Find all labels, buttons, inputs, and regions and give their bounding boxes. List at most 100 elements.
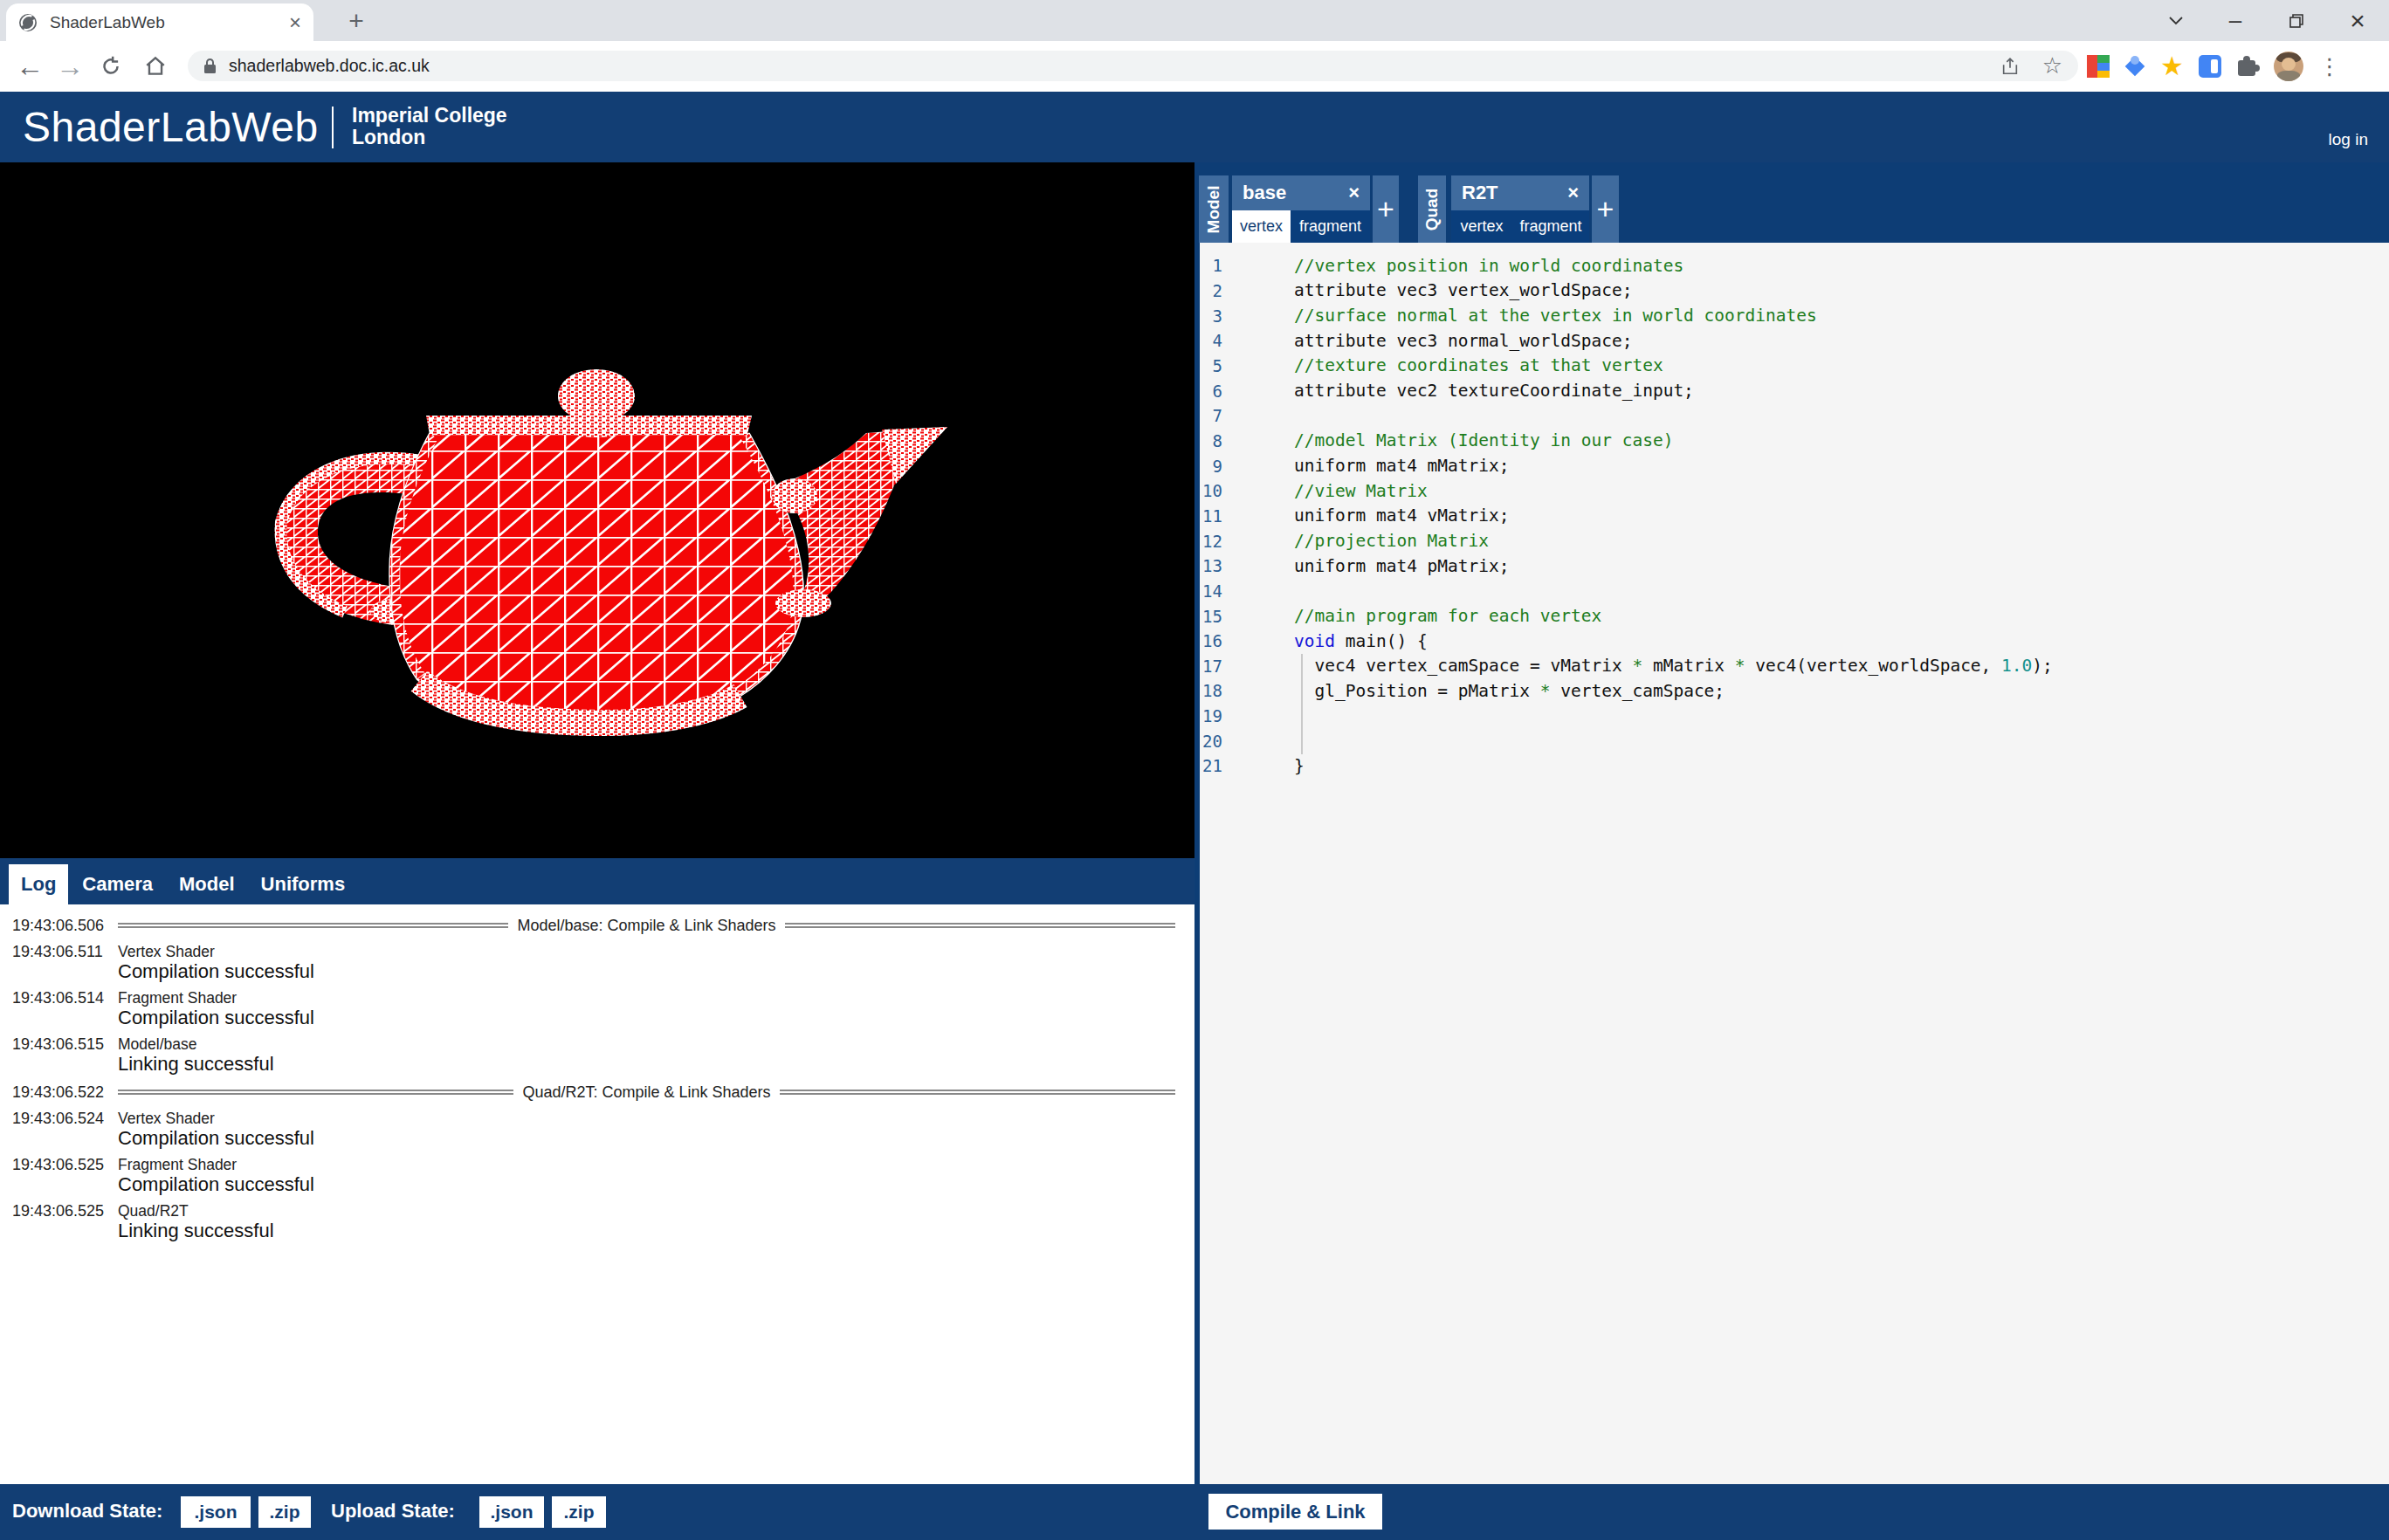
code-line: 14 [1200, 579, 2389, 604]
log-entry-detail: Compilation successful [118, 961, 1175, 981]
log-entry: 19:43:06.511Vertex ShaderCompilation suc… [12, 943, 1175, 981]
code-line: 1//vertex position in world coordinates [1200, 253, 2389, 278]
tab-uniforms[interactable]: Uniforms [249, 864, 358, 904]
code-line: 6attribute vec2 textureCoordinate_input; [1200, 378, 2389, 403]
vertical-tab-quad[interactable]: Quad [1418, 175, 1446, 243]
webgl-canvas[interactable] [0, 162, 1194, 858]
vertical-tab-model[interactable]: Model [1199, 175, 1229, 243]
drive-extension-icon[interactable] [2124, 56, 2145, 77]
tab-log[interactable]: Log [9, 864, 68, 904]
line-number: 15 [1200, 607, 1222, 626]
favicon-globe-icon [18, 13, 38, 32]
extensions-area: ★ ⋮ [2087, 41, 2341, 92]
log-entry-detail: Linking successful [118, 1054, 1175, 1074]
app-title: ShaderLabWeb [23, 103, 319, 151]
tab-camera[interactable]: Camera [70, 864, 165, 904]
sidebar-extension-icon[interactable] [2199, 55, 2221, 78]
subtab-r2t-fragment[interactable]: fragment [1512, 210, 1589, 243]
line-number: 9 [1200, 457, 1222, 476]
tab-r2t-close-icon[interactable]: × [1567, 182, 1579, 204]
log-timestamp: 19:43:06.515 [12, 1035, 118, 1054]
line-number: 7 [1200, 406, 1222, 425]
log-entry: 19:43:06.524Vertex ShaderCompilation suc… [12, 1110, 1175, 1148]
url-field[interactable]: shaderlabweb.doc.ic.ac.uk ☆ [188, 51, 2078, 81]
home-icon[interactable] [140, 41, 171, 92]
line-number: 20 [1200, 732, 1222, 751]
subtab-base-fragment[interactable]: fragment [1291, 210, 1370, 243]
browser-address-bar: ← → shaderlabweb.doc.ic.ac.uk ☆ ★ [0, 41, 2389, 92]
divider-label: Model/base: Compile & Link Shaders [517, 917, 775, 935]
code-line: 9uniform mat4 mMatrix; [1200, 453, 2389, 478]
line-number: 11 [1200, 506, 1222, 526]
divider-line [118, 1090, 513, 1095]
upload-json-button[interactable]: .json [479, 1496, 544, 1528]
code-editor[interactable]: 1//vertex position in world coordinates2… [1200, 243, 2389, 1484]
log-entry-title: Vertex Shader [118, 943, 215, 961]
login-link[interactable]: log in [2329, 130, 2368, 149]
log-entry-title: Vertex Shader [118, 1110, 215, 1128]
add-shader-button-model[interactable]: + [1373, 175, 1399, 243]
code-line: 20 [1200, 728, 2389, 753]
line-number: 14 [1200, 581, 1222, 601]
browser-tab[interactable]: ShaderLabWeb × [6, 3, 313, 41]
window-close-icon[interactable]: × [2331, 0, 2384, 41]
divider-line [780, 1090, 1175, 1095]
log-entry-title: Model/base [118, 1035, 196, 1054]
browser-menu-icon[interactable]: ⋮ [2318, 53, 2341, 80]
bookmark-star-icon[interactable]: ☆ [2042, 52, 2062, 79]
add-shader-button-quad[interactable]: + [1592, 175, 1619, 243]
log-entry-detail: Compilation successful [118, 1174, 1175, 1194]
line-number: 10 [1200, 481, 1222, 500]
code-line: 17 vec4 vertex_camSpace = vMatrix * mMat… [1200, 654, 2389, 679]
tab-model[interactable]: Model [167, 864, 247, 904]
footer-bar: Download State: .json .zip Upload State:… [0, 1484, 2389, 1540]
code-line: 11uniform mat4 vMatrix; [1200, 504, 2389, 529]
header-divider [332, 107, 334, 148]
imperial-college-logo: Imperial College London [352, 105, 507, 148]
code-line: 7 [1200, 403, 2389, 429]
subtab-base-vertex[interactable]: vertex [1232, 210, 1291, 243]
window-restore-icon[interactable] [2270, 0, 2323, 41]
tab-r2t[interactable]: R2T × [1451, 175, 1589, 210]
line-number: 4 [1200, 331, 1222, 350]
page: ShaderLabWeb × + – × ← → shaderlabweb.do… [0, 0, 2389, 1540]
back-icon[interactable]: ← [14, 41, 45, 92]
tab-close-icon[interactable]: × [289, 10, 301, 35]
new-tab-button[interactable]: + [341, 7, 372, 37]
log-divider-row: 19:43:06.522Quad/R2T: Compile & Link Sha… [12, 1082, 1175, 1103]
code-line: 8//model Matrix (Identity in our case) [1200, 429, 2389, 454]
window-menu-icon[interactable] [2150, 0, 2202, 41]
line-number: 12 [1200, 532, 1222, 551]
share-icon[interactable] [2000, 57, 2020, 76]
code-line: 2attribute vec3 vertex_worldSpace; [1200, 278, 2389, 304]
download-state-label: Download State: [12, 1500, 162, 1523]
code-line: 13uniform mat4 pMatrix; [1200, 553, 2389, 579]
log-timestamp: 19:43:06.511 [12, 943, 118, 961]
editor-panel: Model base × vertex fragment + Quad R2T … [1194, 162, 2389, 1484]
browser-tab-strip: ShaderLabWeb × + – × [0, 0, 2389, 41]
log-tab-bar: Log Camera Model Uniforms [0, 858, 1194, 904]
download-json-button[interactable]: .json [181, 1496, 251, 1528]
log-entry-title: Fragment Shader [118, 989, 237, 1007]
bookmark-extension-icon[interactable]: ★ [2160, 55, 2184, 78]
google-extension-icon[interactable] [2087, 55, 2110, 78]
reload-icon[interactable] [95, 41, 127, 92]
avatar[interactable] [2274, 52, 2303, 81]
log-timestamp: 19:43:06.524 [12, 1110, 118, 1128]
forward-icon[interactable]: → [54, 41, 86, 92]
tab-group-base: base × vertex fragment [1232, 175, 1370, 243]
code-line: 10//view Matrix [1200, 478, 2389, 504]
code-line: 18 gl_Position = pMatrix * vertex_camSpa… [1200, 678, 2389, 704]
code-line: 16void main() { [1200, 629, 2389, 654]
tab-base[interactable]: base × [1232, 175, 1370, 210]
download-zip-button[interactable]: .zip [258, 1496, 311, 1528]
puzzle-extension-icon[interactable] [2236, 55, 2259, 78]
code-line: 19 [1200, 704, 2389, 729]
log-timestamp: 19:43:06.506 [12, 917, 118, 935]
window-minimize-icon[interactable]: – [2209, 0, 2262, 41]
upload-zip-button[interactable]: .zip [552, 1496, 606, 1528]
subtab-r2t-vertex[interactable]: vertex [1451, 210, 1512, 243]
log-entry: 19:43:06.525Fragment ShaderCompilation s… [12, 1156, 1175, 1194]
compile-link-button[interactable]: Compile & Link [1208, 1494, 1382, 1530]
tab-base-close-icon[interactable]: × [1348, 182, 1360, 204]
